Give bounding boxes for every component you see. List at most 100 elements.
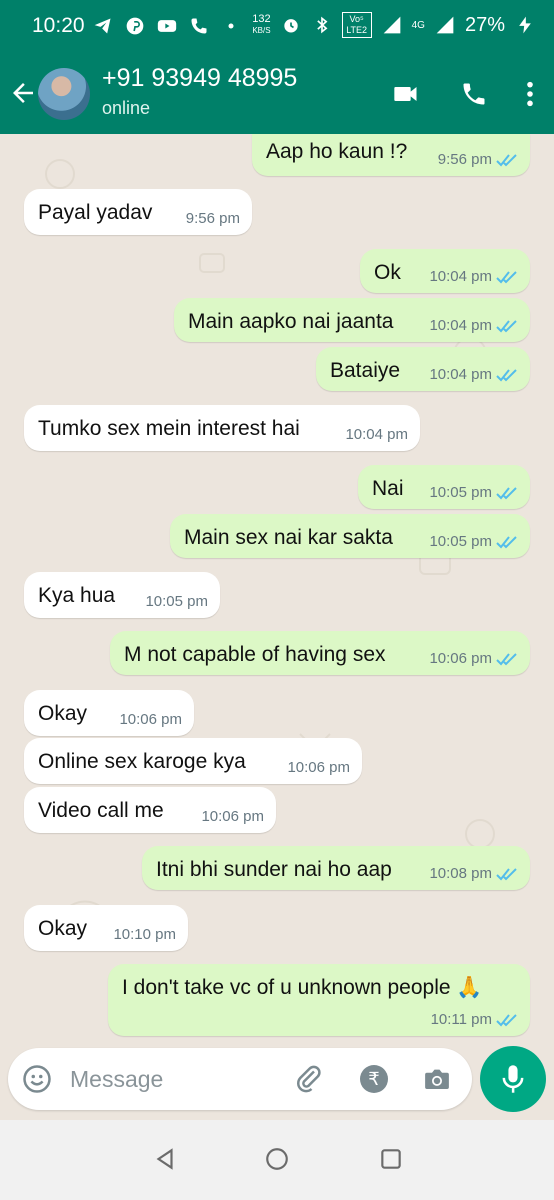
phone-icon[interactable]: [460, 80, 488, 108]
wifi-call-icon: [188, 15, 210, 37]
video-call-icon[interactable]: [390, 80, 422, 108]
message-time: 10:05 pm: [429, 484, 492, 501]
message-bubble-outgoing[interactable]: Itni bhi sunder nai ho aap 10:08 pm: [142, 846, 530, 890]
message-meta: 10:06 pm: [429, 650, 518, 667]
message-time: 10:06 pm: [287, 759, 350, 776]
message-time: 10:06 pm: [119, 711, 182, 728]
message-meta: 10:10 pm: [113, 926, 176, 943]
chat-area[interactable]: Aap ho kaun !? 9:56 pm Payal yadav 9:56 …: [0, 134, 554, 1052]
contact-avatar[interactable]: [38, 68, 90, 120]
net-speed-unit: KB/S: [252, 26, 271, 35]
message-text: Ok: [374, 261, 401, 284]
message-time: 10:11 pm: [430, 1011, 492, 1028]
message-time: 10:05 pm: [429, 533, 492, 550]
message-text: Kya hua: [38, 584, 116, 607]
message-text: Nai: [372, 477, 404, 500]
back-arrow-icon[interactable]: [8, 78, 38, 108]
message-time: 9:56 pm: [185, 210, 240, 227]
emoji-icon[interactable]: [22, 1064, 52, 1094]
signal-2-icon: [434, 14, 456, 36]
network-type: 4G: [411, 19, 425, 31]
signal-icon: [381, 14, 403, 36]
message-time: 10:10 pm: [113, 926, 176, 943]
nav-recents-icon[interactable]: [378, 1146, 404, 1172]
message-meta: 10:08 pm: [429, 865, 518, 882]
read-ticks-icon: [496, 319, 517, 332]
message-meta: 9:56 pm: [186, 210, 240, 227]
message-time: 10:06 pm: [429, 650, 492, 667]
message-time: 10:08 pm: [429, 865, 492, 882]
message-bubble-outgoing[interactable]: M not capable of having sex 10:06 pm: [110, 631, 530, 675]
message-bubble-outgoing[interactable]: Bataiye 10:04 pm: [316, 347, 530, 391]
volte-indicator: Vo⁵ LTE2: [341, 12, 372, 38]
read-ticks-icon: [496, 368, 517, 381]
message-text: Video call me: [38, 799, 164, 822]
message-text: Main aapko nai jaanta: [188, 310, 394, 333]
status-left-icons: [92, 15, 242, 37]
message-text: M not capable of having sex: [124, 643, 386, 666]
message-time: 10:04 pm: [429, 317, 492, 334]
message-text: Tumko sex mein interest hai: [38, 417, 300, 440]
read-ticks-icon: [496, 535, 517, 548]
message-text: Aap ho kaun !?: [266, 140, 408, 163]
message-bubble-outgoing[interactable]: Nai 10:05 pm: [358, 465, 530, 509]
read-ticks-icon: [496, 867, 517, 880]
system-nav-bar: [0, 1120, 554, 1200]
chat-header: +91 93949 48995 online: [0, 54, 554, 134]
message-text: Online sex karoge kya: [38, 750, 246, 773]
message-bubble-incoming[interactable]: Okay 10:10 pm: [24, 905, 188, 951]
battery-percent: 27%: [464, 13, 505, 36]
camera-icon[interactable]: [422, 1064, 452, 1094]
battery-charging-icon: [514, 14, 536, 36]
message-bubble-outgoing[interactable]: Ok 10:04 pm: [360, 249, 530, 293]
message-text: Okay: [38, 917, 88, 940]
attach-icon[interactable]: [294, 1064, 324, 1094]
message-meta: 10:05 pm: [429, 484, 518, 501]
contact-name[interactable]: +91 93949 48995: [102, 64, 297, 93]
message-meta: 9:56 pm: [438, 151, 518, 168]
more-vert-icon[interactable]: [526, 80, 534, 108]
message-text: Main sex nai kar sakta: [184, 526, 393, 549]
notification-dot-icon: [220, 15, 242, 37]
nav-home-icon[interactable]: [264, 1146, 290, 1172]
message-composer[interactable]: Message ₹: [8, 1048, 472, 1110]
message-time: 9:56 pm: [437, 151, 492, 168]
message-meta: 10:11 pm: [431, 1011, 518, 1028]
message-time: 10:04 pm: [429, 268, 492, 285]
alarm-icon: [280, 14, 302, 36]
net-speed-value: 132: [252, 13, 271, 25]
message-time: 10:04 pm: [429, 366, 492, 383]
message-meta: 10:06 pm: [201, 808, 264, 825]
message-input[interactable]: Message: [70, 1066, 163, 1093]
message-bubble-incoming[interactable]: Okay 10:06 pm: [24, 690, 194, 736]
message-meta: 10:04 pm: [345, 426, 408, 443]
message-time: 10:04 pm: [345, 426, 408, 443]
read-ticks-icon: [496, 486, 517, 499]
message-bubble-incoming[interactable]: Online sex karoge kya 10:06 pm: [24, 738, 362, 784]
net-speed: 132 KB/S: [252, 14, 270, 36]
mic-button[interactable]: [480, 1046, 546, 1112]
message-text: Bataiye: [330, 359, 401, 382]
message-bubble-incoming[interactable]: Kya hua 10:05 pm: [24, 572, 220, 618]
telegram-icon: [92, 15, 114, 37]
pinterest-icon: [124, 15, 146, 37]
message-bubble-outgoing[interactable]: I don't take vc of u unknown people 🙏 10…: [108, 964, 530, 1036]
contact-status: online: [102, 98, 151, 118]
message-meta: 10:04 pm: [429, 268, 518, 285]
message-meta: 10:04 pm: [429, 366, 518, 383]
message-bubble-outgoing[interactable]: Aap ho kaun !? 9:56 pm: [252, 134, 530, 176]
message-bubble-outgoing[interactable]: Main aapko nai jaanta 10:04 pm: [174, 298, 530, 342]
rupee-icon[interactable]: ₹: [360, 1065, 388, 1093]
read-ticks-icon: [496, 652, 517, 665]
status-time: 10:20: [32, 14, 85, 37]
message-bubble-incoming[interactable]: Payal yadav 9:56 pm: [24, 189, 252, 235]
message-bubble-outgoing[interactable]: Main sex nai kar sakta 10:05 pm: [170, 514, 530, 558]
message-text: I don't take vc of u unknown people 🙏: [122, 976, 483, 999]
message-bubble-incoming[interactable]: Video call me 10:06 pm: [24, 787, 276, 833]
message-bubble-incoming[interactable]: Tumko sex mein interest hai 10:04 pm: [24, 405, 420, 451]
message-time: 10:06 pm: [201, 808, 264, 825]
nav-back-icon[interactable]: [152, 1146, 178, 1172]
message-meta: 10:06 pm: [119, 711, 182, 728]
youtube-icon: [156, 15, 178, 37]
message-text: Payal yadav: [38, 201, 153, 224]
